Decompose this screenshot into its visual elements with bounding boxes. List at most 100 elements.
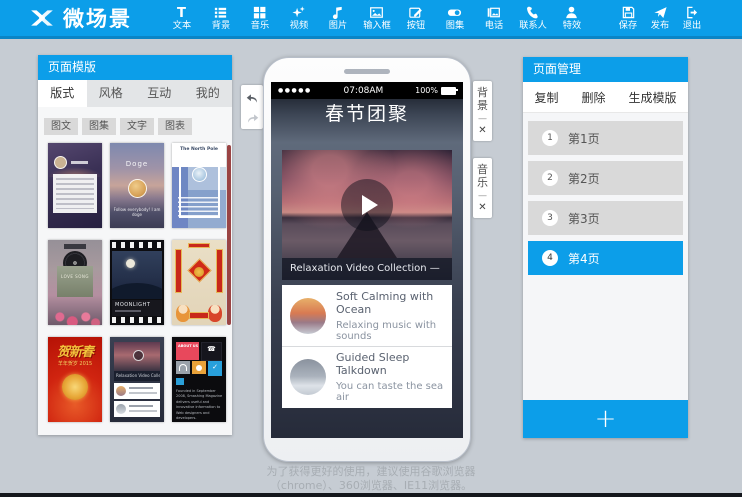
decor-card [53, 174, 97, 213]
decor [219, 15, 227, 17]
page-item-3[interactable]: 3第3页 [528, 201, 683, 235]
music-item-text: Guided Sleep TalkdownYou can taste the s… [336, 351, 444, 403]
close-icon[interactable]: ✕ [478, 126, 486, 136]
music-layer-chip[interactable]: 音乐—✕ [473, 158, 492, 218]
tool-image-button[interactable]: 图片 [318, 0, 357, 36]
tool-button-button[interactable]: 按钮 [396, 0, 435, 36]
decor-scene [112, 251, 162, 299]
template-subtitle: Follow everybody! I am doge [110, 207, 164, 217]
action-publish-button[interactable]: 发布 [644, 0, 676, 36]
add-page-button[interactable]: + [523, 400, 688, 438]
decor-holes-bot [112, 317, 162, 323]
tool-background-button[interactable]: 背景 [201, 0, 240, 36]
toolbar-item-label: 按钮 [406, 21, 424, 30]
tool-contacts-button[interactable]: 联系人 [513, 0, 552, 36]
page-item-2[interactable]: 2第2页 [528, 161, 683, 195]
doge-template[interactable]: DogeFollow everybody! I am doge [110, 143, 164, 228]
filter-图集[interactable]: 图集 [82, 118, 116, 135]
decor-lines [178, 197, 219, 219]
decor [491, 8, 500, 16]
decor-l1 [129, 405, 153, 407]
decor [414, 9, 422, 17]
battery-percent: 100% [415, 86, 438, 95]
page-item-label: 第2页 [568, 170, 600, 187]
video-block[interactable]: Relaxation Video Collection — [282, 150, 452, 280]
metro-tiles-template[interactable]: ABOUT US☎✓Founded in September 2008, Sma… [172, 337, 226, 422]
filter-图文[interactable]: 图文 [44, 118, 78, 135]
decor [29, 5, 55, 31]
spring-couplets-template[interactable] [172, 240, 226, 325]
background-layer-chip[interactable]: 背景 — ✕ [473, 81, 492, 141]
tool-input-box-button[interactable]: 输入框 [357, 0, 396, 36]
decor [219, 12, 227, 14]
copy-page-action[interactable]: 复制 [534, 89, 558, 106]
layer-chip-label: 背景 [477, 87, 489, 112]
page-number-badge: 3 [542, 210, 558, 226]
tool-phone-button[interactable]: 电话 [474, 0, 513, 36]
action-save-button[interactable]: 保存 [612, 0, 644, 36]
tool-music-button[interactable]: 音乐 [240, 0, 279, 36]
music-item-subtitle: You can taste the sea air [336, 381, 444, 403]
purple-profile-template[interactable] [48, 143, 102, 228]
tab-我的[interactable]: 我的 [184, 80, 233, 107]
action-exit-button[interactable]: 退出 [676, 0, 708, 36]
toolbar-item-label: 保存 [619, 21, 637, 30]
phone-screen[interactable]: ●●●●● 07:08AM 100% 春节团聚 Relaxation Video… [271, 82, 463, 438]
undo-button[interactable] [243, 89, 261, 105]
app-logo[interactable]: 微场景 [28, 3, 132, 33]
tab-互动[interactable]: 互动 [135, 80, 184, 107]
decor [564, 5, 579, 20]
toggle-icon [447, 5, 462, 20]
page-item-1[interactable]: 1第1页 [528, 121, 683, 155]
phone-preview: ●●●●● 07:08AM 100% 春节团聚 Relaxation Video… [263, 57, 471, 462]
decor [254, 7, 259, 12]
close-icon[interactable]: ✕ [478, 203, 486, 213]
toolbar-insert-group: T文本背景音乐视频图片输入框按钮 图集电话联系人特效 [162, 0, 591, 36]
minimize-icon[interactable]: — [478, 192, 487, 200]
decor [527, 7, 538, 19]
templates-panel-title: 页面模版 [38, 55, 232, 80]
music-item-subtitle: Relaxing music with sounds [336, 320, 444, 342]
text-icon: T [174, 5, 189, 20]
decor [486, 5, 501, 20]
decor-c2 [116, 404, 126, 414]
tool-effects-button[interactable]: 特效 [552, 0, 591, 36]
new-year-template[interactable]: 贺新春羊年贺岁 2015 [48, 337, 102, 422]
minimize-icon[interactable]: — [478, 115, 487, 123]
moonlight-template[interactable]: MOONLIGHT [110, 240, 164, 325]
tool-text-button[interactable]: T文本 [162, 0, 201, 36]
tab-风格[interactable]: 风格 [87, 80, 136, 107]
decor [685, 5, 700, 20]
history-controls [241, 85, 263, 129]
decor-moon [126, 259, 135, 268]
music-item[interactable]: Soft Calming with Ocean Relaxing music wi… [282, 285, 452, 346]
tool-gallery-button[interactable]: 图集 [435, 0, 474, 36]
templates-filters: 图文图集文字图表 [38, 107, 232, 135]
video-collection-template[interactable]: Relaxation Video Collection [110, 337, 164, 422]
templates-tabs: 版式风格互动我的 [38, 80, 232, 107]
page-item-label: 第1页 [568, 130, 600, 147]
music-item-title: Soft Calming with Ocean [336, 290, 444, 316]
page-title[interactable]: 春节团聚 [271, 99, 463, 130]
templates-scrollbar[interactable] [227, 145, 231, 325]
template-caption: Relaxation Video Collection [114, 371, 160, 381]
decor [625, 8, 629, 11]
page-item-4[interactable]: 4第4页 [528, 241, 683, 275]
filter-文字[interactable]: 文字 [120, 118, 154, 135]
tab-版式[interactable]: 版式 [38, 80, 87, 107]
play-button[interactable] [341, 179, 393, 231]
north-pole-template[interactable]: The North Pole [172, 143, 226, 228]
decor [492, 13, 499, 15]
delete-page-action[interactable]: 删除 [581, 89, 605, 106]
redo-button[interactable] [243, 109, 261, 125]
tool-video-button[interactable]: 视频 [279, 0, 318, 36]
decor-c1 [116, 386, 126, 396]
decor [625, 13, 631, 17]
decor [300, 6, 305, 11]
music-item[interactable]: Guided Sleep TalkdownYou can taste the s… [282, 346, 452, 407]
decor-circ [192, 167, 207, 182]
love-song-template[interactable]: LOVE SONG [48, 240, 102, 325]
make-template-page-action[interactable]: 生成模版 [628, 89, 676, 106]
decor [254, 7, 266, 19]
filter-图表[interactable]: 图表 [158, 118, 192, 135]
